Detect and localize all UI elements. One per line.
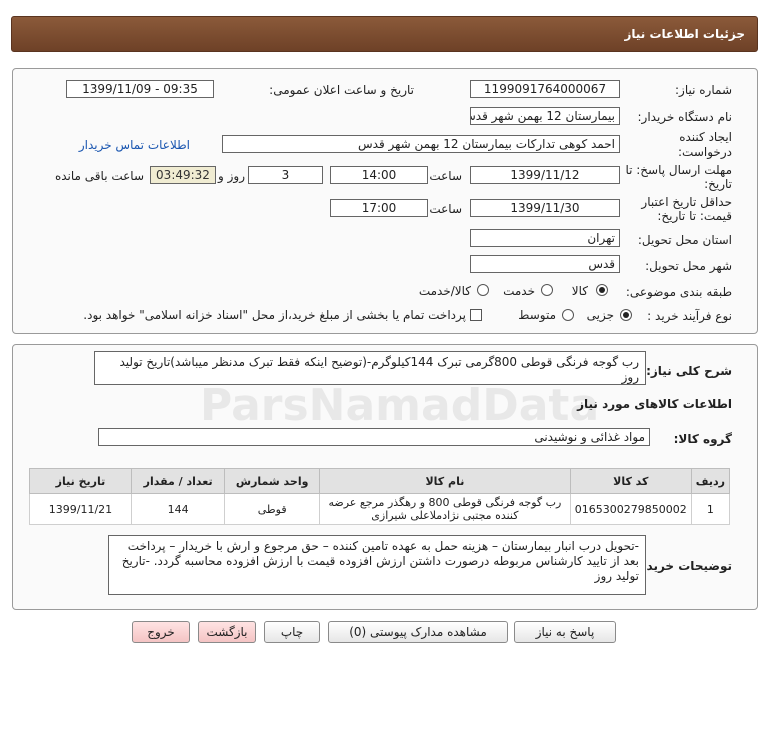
days-count-field: 3: [248, 166, 323, 184]
category-label: طبقه بندی موضوعی:: [625, 285, 732, 299]
back-button[interactable]: بازگشت: [198, 621, 256, 643]
goods-table: ردیف کد کالا نام کالا واحد شمارش تعداد /…: [29, 468, 731, 525]
treasury-payment-checkbox[interactable]: [470, 309, 482, 321]
print-button[interactable]: چاپ: [264, 621, 320, 643]
reply-deadline-label: مهلت ارسال پاسخ: تا تاریخ:: [625, 163, 732, 191]
reply-date-field: 1399/11/12: [470, 166, 620, 184]
buyer-notes-field: -تحویل درب انبار بیمارستان – هزینه حمل ب…: [108, 535, 646, 595]
cell-name: رب گوجه فرنگی قوطی 800 و رهگذر مرجع عرضه…: [318, 493, 571, 525]
province-label: استان محل تحویل:: [637, 233, 732, 247]
col-qty-header: تعداد / مقدار: [130, 468, 226, 494]
page-header: جزئیات اطلاعات نیاز: [11, 16, 758, 52]
page-title: جزئیات اطلاعات نیاز: [624, 27, 745, 41]
category-radio-goods[interactable]: [596, 284, 608, 296]
validity-time-label: ساعت: [429, 202, 462, 216]
remaining-time-field: 03:49:32: [150, 166, 216, 184]
need-number-field: 1199091764000067: [470, 80, 620, 98]
reply-button[interactable]: پاسخ به نیاز: [514, 621, 616, 643]
announce-field: 1399/11/09 - 09:35: [66, 80, 214, 98]
view-attachments-button[interactable]: مشاهده مدارک پیوستی (0): [328, 621, 508, 643]
treasury-payment-note: پرداخت تمام یا بخشی از مبلغ خرید،از محل …: [83, 308, 466, 322]
table-header-row: ردیف کد کالا نام کالا واحد شمارش تعداد /…: [29, 468, 731, 494]
buyer-contact-link[interactable]: اطلاعات تماس خریدار: [79, 138, 190, 152]
validity-time-field: 17:00: [330, 199, 428, 217]
summary-field: رب گوجه فرنگی قوطی 800گرمی تبرک 144کیلوگ…: [94, 351, 646, 385]
city-field: قدس: [470, 255, 620, 273]
col-code-header: کد کالا: [569, 468, 692, 494]
category-option-goods: کالا: [571, 284, 588, 298]
goods-section-title: اطلاعات کالاهای مورد نیاز: [577, 397, 732, 411]
col-unit-header: واحد شمارش: [224, 468, 320, 494]
cell-qty: 144: [130, 493, 226, 525]
category-option-goods-service: کالا/خدمت: [418, 284, 471, 298]
goods-group-label: گروه کالا:: [673, 432, 732, 446]
process-option-medium: متوسط: [518, 308, 556, 322]
cell-code: 0165300279850002: [569, 493, 692, 525]
reply-time-field: 14:00: [330, 166, 428, 184]
cell-unit: قوطی: [224, 493, 320, 525]
announce-label: تاریخ و ساعت اعلان عمومی:: [269, 83, 414, 97]
col-date-header: تاریخ نیاز: [29, 468, 132, 494]
days-label: روز و: [218, 169, 245, 183]
process-radio-medium[interactable]: [562, 309, 574, 321]
buyer-org-label: نام دستگاه خریدار:: [637, 110, 733, 124]
province-field: تهران: [470, 229, 620, 247]
category-radio-service[interactable]: [541, 284, 553, 296]
remaining-label: ساعت باقی مانده: [54, 169, 144, 183]
col-row-header: ردیف: [690, 468, 731, 494]
price-validity-label: حداقل تاریخ اعتبار قیمت: تا تاریخ:: [641, 195, 732, 223]
process-label: نوع فرآیند خرید :: [647, 309, 732, 323]
category-option-service: خدمت: [503, 284, 535, 298]
validity-date-field: 1399/11/30: [470, 199, 620, 217]
process-radio-minor[interactable]: [620, 309, 632, 321]
process-option-minor: جزیی: [586, 308, 614, 322]
exit-button[interactable]: خروج: [132, 621, 190, 643]
cell-row: 1: [690, 493, 731, 525]
creator-field: احمد کوهی تدارکات بیمارستان 12 بهمن شهر …: [222, 135, 620, 153]
category-radio-goods-service[interactable]: [477, 284, 489, 296]
reply-time-label: ساعت: [429, 169, 462, 183]
table-row: 1 0165300279850002 رب گوجه فرنگی قوطی 80…: [29, 493, 731, 525]
buyer-org-field: بیمارستان 12 بهمن شهر قدس: [470, 107, 620, 125]
creator-label: ایجاد کننده درخواست:: [678, 130, 732, 159]
cell-date: 1399/11/21: [29, 493, 132, 525]
need-number-label: شماره نیاز:: [675, 83, 732, 97]
summary-label: شرح کلی نیاز:: [646, 364, 732, 378]
goods-group-field: مواد غذائی و نوشیدنی: [98, 428, 650, 446]
col-name-header: نام کالا: [318, 468, 571, 494]
city-label: شهر محل تحویل:: [645, 259, 732, 273]
